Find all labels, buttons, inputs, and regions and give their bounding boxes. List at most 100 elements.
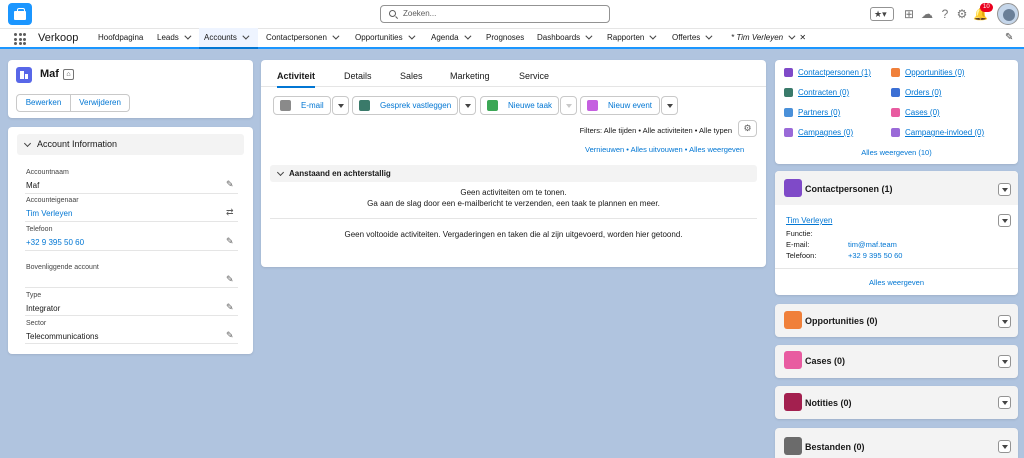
nav-item-offertes[interactable]: Offertes	[667, 28, 715, 47]
email-dropdown[interactable]	[332, 96, 349, 115]
files-card-title[interactable]: Bestanden (0)	[805, 442, 865, 452]
field-value-telefoon-link[interactable]: +32 9 395 50 60	[26, 238, 84, 247]
cases-card-dropdown[interactable]	[998, 355, 1011, 368]
app-navigation-bar: Verkoop Hoofdpagina Leads Accounts Conta…	[0, 28, 1024, 49]
chevron-down-icon[interactable]	[705, 32, 713, 40]
edit-pencil-icon[interactable]: ✎	[226, 179, 234, 190]
chevron-down-icon[interactable]	[585, 32, 593, 40]
quick-link-partners[interactable]: Partners (0)	[798, 108, 840, 117]
new-task-dropdown[interactable]	[560, 96, 577, 115]
hierarchy-icon[interactable]: ⌂	[63, 69, 74, 80]
opportunities-card-title[interactable]: Opportunities (0)	[805, 316, 878, 326]
chevron-down-icon[interactable]	[242, 32, 250, 40]
quick-link-cases[interactable]: Cases (0)	[905, 108, 940, 117]
help-icon[interactable]: ?	[938, 7, 952, 21]
nav-item-dashboards[interactable]: Dashboards	[532, 28, 595, 47]
close-tab-icon[interactable]: ✕	[799, 33, 806, 42]
contact-phone-link[interactable]: +32 9 395 50 60	[848, 251, 902, 260]
nav-item-hoofdpagina[interactable]: Hoofdpagina	[93, 28, 148, 47]
no-activities-text: Geen activiteiten om te tonen.	[460, 188, 567, 197]
contacts-card-dropdown[interactable]	[998, 183, 1011, 196]
log-call-button[interactable]: Gesprek vastleggen	[352, 96, 458, 115]
search-icon	[389, 10, 396, 17]
show-all-link[interactable]: Alles weergeven	[689, 145, 744, 154]
delete-button[interactable]: Verwijderen	[70, 94, 130, 112]
nav-item-agenda[interactable]: Agenda	[426, 28, 474, 47]
nav-item-leads[interactable]: Leads	[152, 28, 194, 47]
chevron-down-icon[interactable]	[463, 32, 472, 40]
new-event-dropdown[interactable]	[661, 96, 678, 115]
user-avatar[interactable]	[997, 3, 1019, 25]
contact-name-link[interactable]: Tim Verleyen	[786, 216, 832, 225]
notes-card-title[interactable]: Notities (0)	[805, 398, 852, 408]
account-information-section-header[interactable]: Account Information	[17, 134, 244, 155]
notes-card-dropdown[interactable]	[998, 396, 1011, 409]
notification-count-badge: 10	[980, 3, 993, 12]
filter-settings-gear-icon[interactable]: ⚙	[738, 120, 757, 137]
contacts-show-all-link[interactable]: Alles weergeven	[775, 278, 1018, 287]
tab-marketing[interactable]: Marketing	[450, 71, 490, 81]
activity-filters-text: Filters: Alle tijden • Alle activiteiten…	[579, 126, 732, 135]
app-name: Verkoop	[38, 32, 79, 44]
chevron-down-icon[interactable]	[184, 32, 192, 40]
edit-pencil-icon[interactable]: ✎	[226, 330, 234, 341]
field-label-bovenliggende-account: Bovenliggende account	[26, 264, 99, 271]
chevron-down-icon[interactable]	[649, 32, 657, 40]
nav-item-record-tim-verleyen[interactable]: * Tim Verleyen ✕	[726, 28, 811, 47]
trailhead-icon[interactable]: ☁	[920, 7, 934, 21]
divider	[25, 221, 238, 222]
quick-link-orders[interactable]: Orders (0)	[905, 88, 941, 97]
edit-pencil-icon[interactable]: ✎	[226, 302, 234, 313]
chevron-down-icon[interactable]	[332, 32, 340, 40]
email-button[interactable]: E-mail	[273, 96, 331, 115]
quick-link-opportunities[interactable]: Opportunities (0)	[905, 68, 965, 77]
files-card-dropdown[interactable]	[998, 440, 1011, 453]
edit-button[interactable]: Bewerken	[16, 94, 71, 112]
expand-all-link[interactable]: Alles uitvouwen	[631, 145, 683, 154]
chevron-down-icon[interactable]	[788, 32, 796, 40]
search-placeholder: Zoeken...	[403, 9, 437, 18]
app-launcher-waffle-icon[interactable]	[14, 33, 26, 45]
change-owner-icon[interactable]: ⇄	[226, 207, 234, 218]
favorites-star-icon[interactable]: ★▾	[870, 7, 894, 21]
quick-link-campagne-invloed[interactable]: Campagne-invloed (0)	[905, 128, 984, 137]
tab-service[interactable]: Service	[519, 71, 549, 81]
tab-activiteit[interactable]: Activiteit	[277, 71, 316, 88]
show-all-related-link[interactable]: Alles weergeven (10)	[775, 148, 1018, 157]
add-icon[interactable]: ⊞	[902, 7, 916, 21]
contact-email-label: E-mail:	[786, 240, 810, 249]
edit-pencil-icon[interactable]: ✎	[226, 236, 234, 247]
nav-item-accounts[interactable]: Accounts	[199, 28, 258, 49]
new-task-button[interactable]: Nieuwe taak	[480, 96, 559, 115]
refresh-link[interactable]: Vernieuwen	[585, 145, 624, 154]
contacts-card-title[interactable]: Contactpersonen (1)	[805, 184, 893, 194]
quick-link-contracten[interactable]: Contracten (0)	[798, 88, 849, 97]
field-value-accounteigenaar-link[interactable]: Tim Verleyen	[26, 209, 72, 218]
nav-item-rapporten[interactable]: Rapporten	[602, 28, 659, 47]
nav-item-opportunities[interactable]: Opportunities	[350, 28, 418, 47]
app-logo-briefcase-icon[interactable]	[8, 3, 32, 25]
divider	[25, 287, 238, 288]
edit-nav-pencil-icon[interactable]: ✎	[1005, 32, 1013, 43]
new-event-button[interactable]: Nieuw event	[580, 96, 660, 115]
partners-icon	[784, 108, 793, 117]
cases-card-title[interactable]: Cases (0)	[805, 356, 845, 366]
contact-email-link[interactable]: tim@maf.team	[848, 240, 897, 249]
chevron-down-icon[interactable]	[407, 32, 416, 40]
log-call-dropdown[interactable]	[459, 96, 476, 115]
quick-link-campagnes[interactable]: Campagnes (0)	[798, 128, 853, 137]
contact-row-dropdown[interactable]	[998, 214, 1011, 227]
nav-item-prognoses[interactable]: Prognoses	[481, 28, 529, 47]
orders-icon	[891, 88, 900, 97]
tab-sales[interactable]: Sales	[400, 71, 423, 81]
quick-link-contactpersonen[interactable]: Contactpersonen (1)	[798, 68, 871, 77]
global-header: Zoeken... ★▾ ⊞ ☁ ? ⚙ 🔔 10	[0, 0, 1024, 28]
nav-item-contactpersonen[interactable]: Contactpersonen	[261, 28, 342, 47]
edit-pencil-icon[interactable]: ✎	[226, 274, 234, 285]
tab-details[interactable]: Details	[344, 71, 372, 81]
setup-gear-icon[interactable]: ⚙	[955, 7, 969, 21]
opportunities-card-dropdown[interactable]	[998, 315, 1011, 328]
global-search-input[interactable]: Zoeken...	[380, 5, 610, 23]
upcoming-overdue-section-header[interactable]: Aanstaand en achterstallig	[270, 165, 757, 182]
files-icon	[784, 437, 802, 455]
